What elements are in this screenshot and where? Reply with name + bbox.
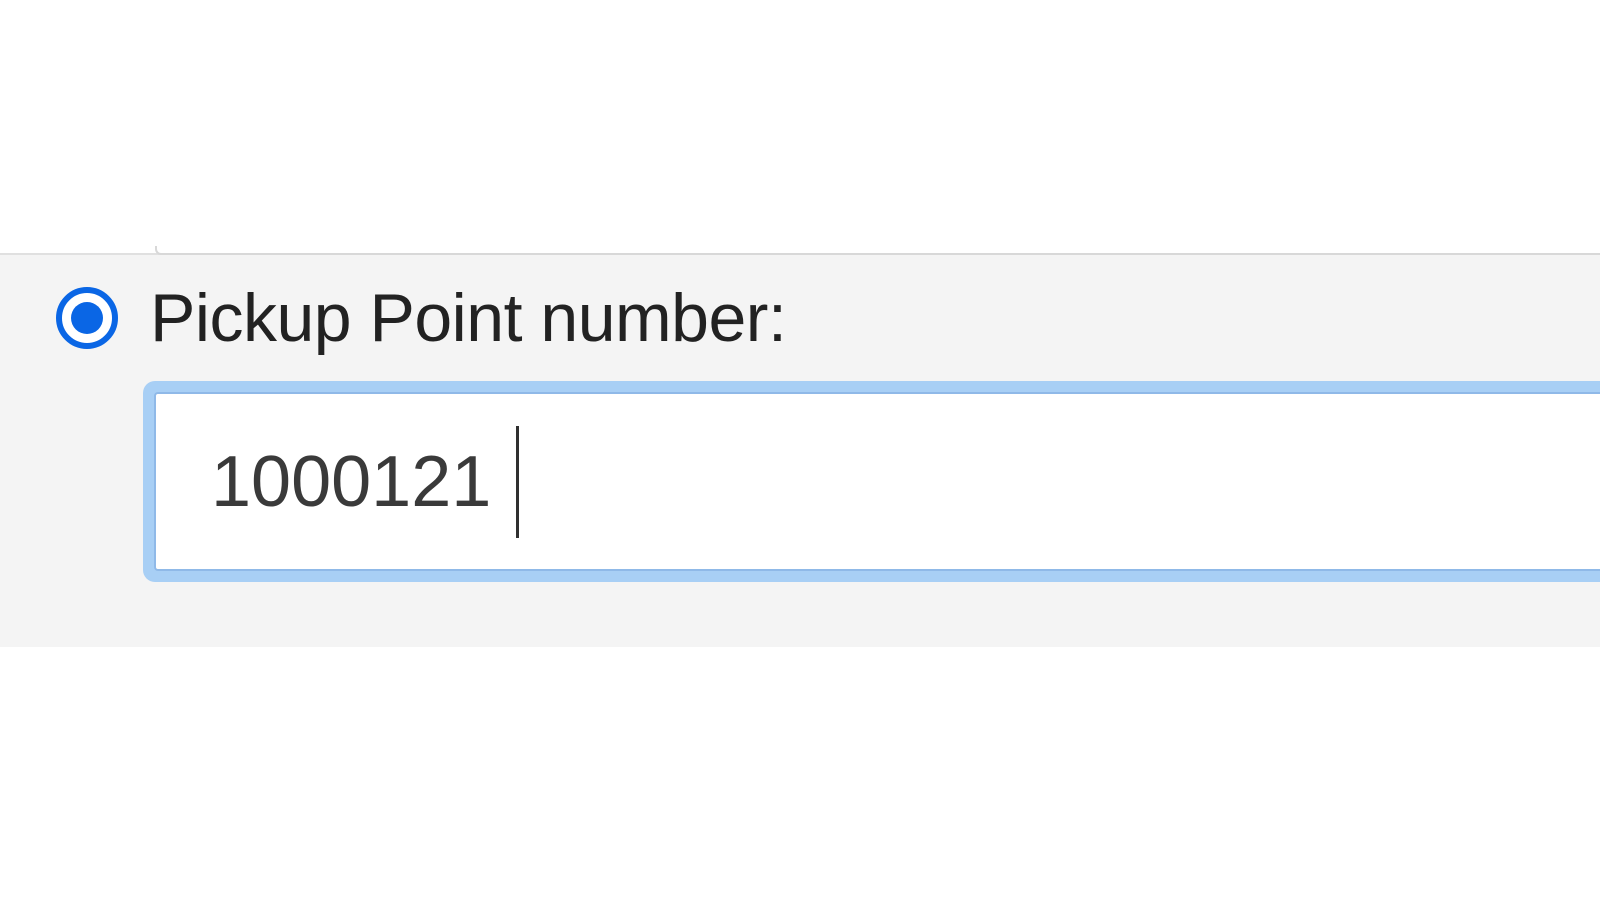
text-caret-icon: [516, 426, 519, 538]
form-panel: Pickup Point number: 1000121: [0, 253, 1600, 647]
radio-selected-dot-icon: [71, 302, 103, 334]
pickup-point-label: Pickup Point number:: [150, 279, 786, 357]
pickup-point-radio-option[interactable]: Pickup Point number:: [56, 279, 786, 357]
radio-button-icon[interactable]: [56, 287, 118, 349]
pickup-point-input-focus-ring: 1000121: [143, 381, 1600, 582]
pickup-point-input[interactable]: 1000121: [154, 392, 1600, 571]
previous-field-bottom-edge: [155, 246, 1600, 255]
pickup-point-input-value: 1000121: [211, 441, 491, 523]
